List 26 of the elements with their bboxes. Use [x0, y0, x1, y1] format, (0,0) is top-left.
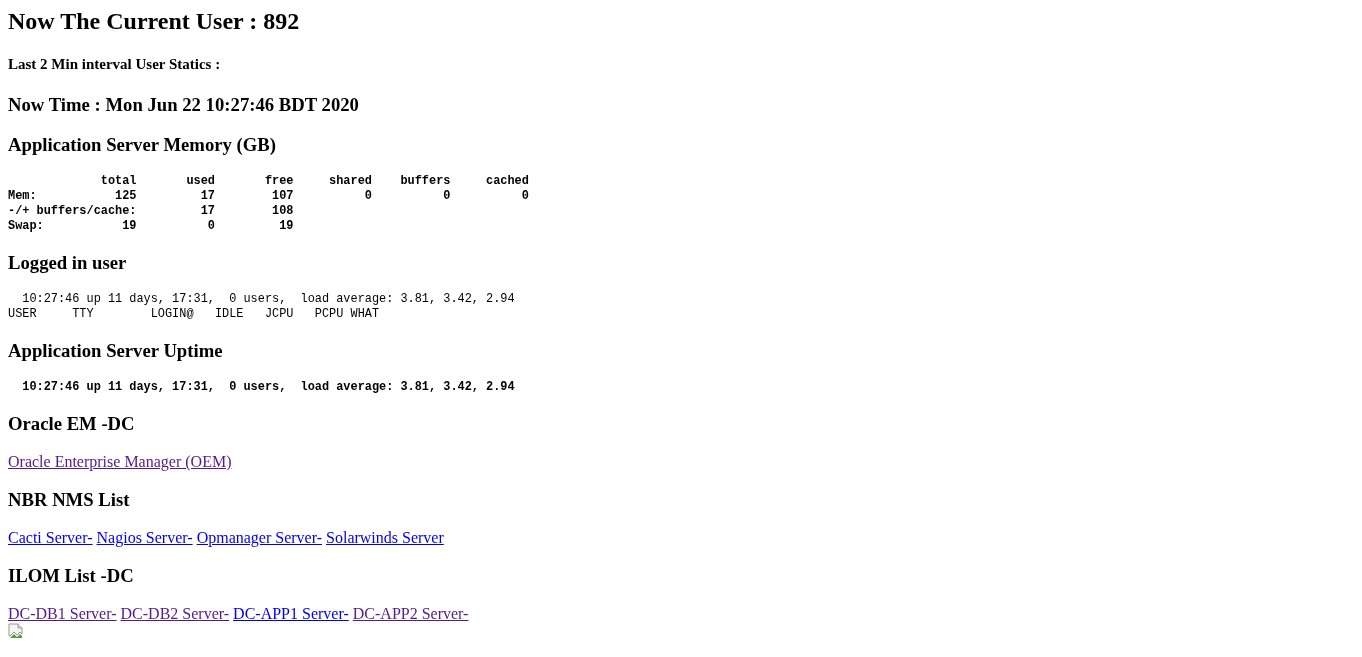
link[interactable]: DC-APP1 Server- [233, 605, 349, 622]
section-heading: Oracle EM -DC [8, 413, 136, 435]
console-line: 10:27:46 up 11 days, 17:31, 0 users, load average: 3.81, 3.42, 2.94 [21, 292, 515, 307]
console-line: total used free shared buffers cached [99, 174, 529, 189]
console-line: Swap: 19 0 19 [8, 219, 294, 234]
section-heading: Application Server Memory (GB) [8, 134, 277, 156]
subheading: Last 2 Min interval User Statics : [8, 56, 222, 73]
console-line: 10:27:46 up 11 days, 17:31, 0 users, load average: 3.81, 3.42, 2.94 [21, 380, 515, 395]
link[interactable]: DC-DB1 Server- [8, 605, 117, 622]
link[interactable]: Cacti Server- [8, 529, 93, 546]
link[interactable]: Opmanager Server- [196, 529, 323, 546]
console-line: Mem: 125 17 107 0 0 0 [8, 189, 529, 204]
section-heading: ILOM List -DC [8, 565, 135, 587]
link[interactable]: Nagios Server- [96, 529, 193, 546]
section-heading: Application Server Uptime [8, 340, 224, 362]
link[interactable]: Oracle Enterprise Manager (OEM) [8, 453, 232, 470]
link[interactable]: DC-DB2 Server- [120, 605, 230, 622]
section-heading: Logged in user [8, 252, 128, 274]
link[interactable]: Solarwinds Server [326, 529, 444, 546]
console-line: USER TTY LOGIN@ IDLE JCPU PCPU WHAT [8, 307, 380, 322]
console-line: -/+ buffers/cache: 17 108 [8, 204, 294, 219]
page-title: Now The Current User : 892 [8, 8, 301, 35]
section-heading: NBR NMS List [8, 489, 131, 511]
link[interactable]: DC-APP2 Server- [352, 605, 469, 622]
section-heading: Now Time : Mon Jun 22 10:27:46 BDT 2020 [8, 94, 360, 116]
broken-image-icon [8, 623, 24, 639]
